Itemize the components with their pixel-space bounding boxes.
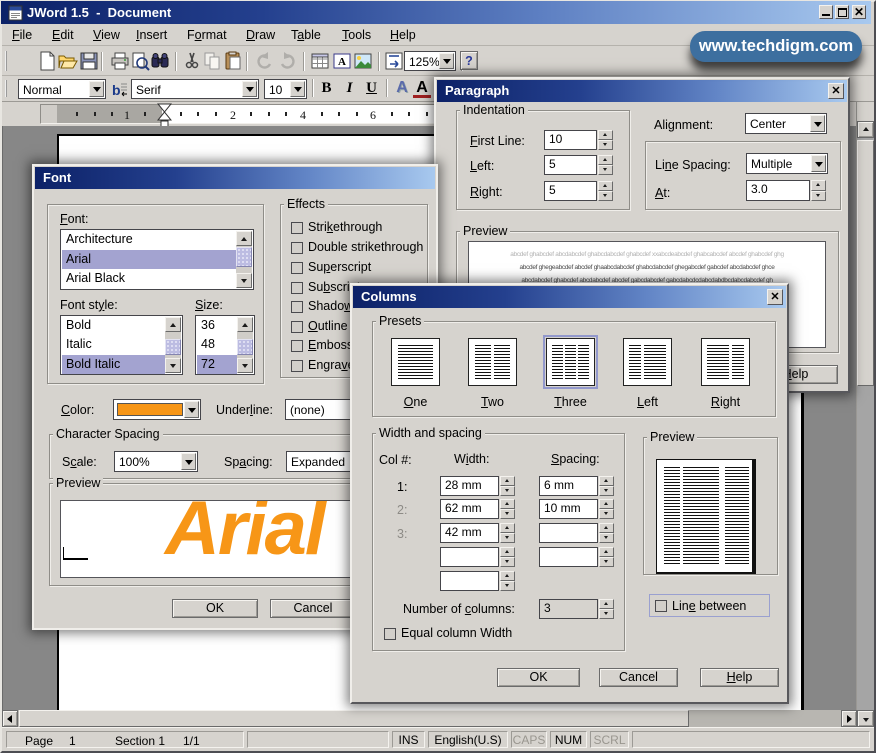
svg-text:4: 4 [300,108,306,122]
svg-text:1: 1 [124,108,130,122]
svg-text:b: b [112,82,121,98]
svg-text:A: A [338,56,346,68]
svg-text:2: 2 [230,108,236,122]
svg-text:6: 6 [370,108,376,122]
